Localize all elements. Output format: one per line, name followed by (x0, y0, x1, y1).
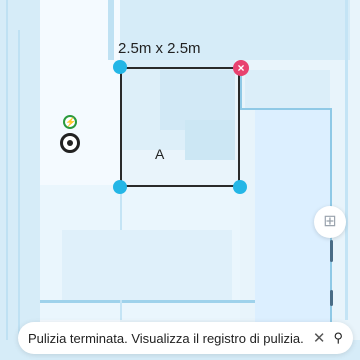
zone-handle-bottom-right[interactable] (233, 180, 247, 194)
status-toast[interactable]: Pulizia terminata. Visualizza il registr… (18, 322, 353, 354)
charging-dock-icon: ⚡ (63, 115, 77, 129)
dock-marker: ⚡ (60, 115, 82, 159)
zone-handle-top-left[interactable] (113, 60, 127, 74)
map-screen: 2.5m x 2.5m A × ⚡ ⊞ Pulizia terminata. V… (0, 0, 360, 360)
robot-indicator-icon: ⚲ (333, 330, 343, 345)
zone-size-label: 2.5m x 2.5m (118, 40, 201, 57)
add-zone-icon: ⊞ (323, 213, 337, 230)
add-zone-button[interactable]: ⊞ (314, 206, 346, 238)
edge-tick (330, 240, 333, 262)
zone-name: A (155, 146, 165, 162)
robot-position-icon (60, 133, 80, 153)
zone-handle-bottom-left[interactable] (113, 180, 127, 194)
toast-message: Pulizia terminata. Visualizza il registr… (28, 330, 304, 346)
close-icon[interactable]: ✕ (313, 329, 326, 347)
edge-tick (330, 290, 333, 306)
delete-zone-icon[interactable]: × (233, 60, 249, 76)
cleaning-zone[interactable] (120, 67, 240, 187)
